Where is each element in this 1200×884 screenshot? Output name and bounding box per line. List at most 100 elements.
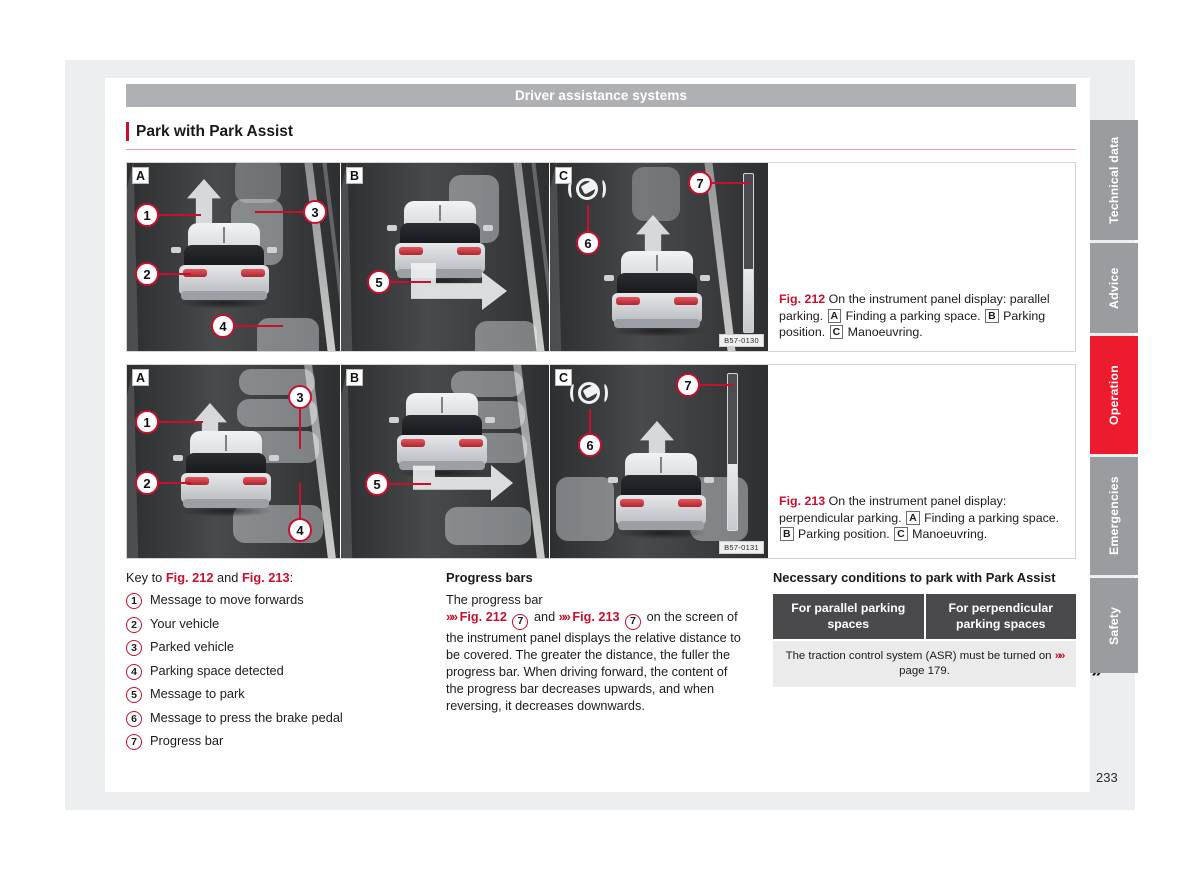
key-item: 4 Parking space detected	[126, 663, 426, 680]
panel-letter-b: B	[346, 369, 364, 386]
conditions-column: Necessary conditions to park with Park A…	[773, 570, 1102, 687]
progress-ref-num-1: 7	[512, 613, 529, 630]
sidebar-tab-advice[interactable]: Advice	[1090, 243, 1138, 333]
leader-line	[159, 421, 203, 423]
conditions-heading: Necessary conditions to park with Park A…	[773, 570, 1056, 585]
fig212-panel-a: A 1 2 3 4	[127, 163, 341, 351]
scene-background	[341, 163, 549, 351]
figure-212-caption: Fig. 212 On the instrument panel display…	[779, 291, 1065, 341]
sidebar-tab-technical-data[interactable]: Technical data	[1090, 120, 1138, 240]
figure-212-caption-text-4: Manoeuvring.	[847, 325, 923, 339]
key-label-6: Message to press the brake pedal	[150, 709, 343, 725]
leader-line	[159, 214, 201, 216]
key-item: 2 Your vehicle	[126, 616, 426, 633]
key-number-2: 2	[126, 616, 142, 633]
progress-text-2: on the screen of the instrument panel di…	[446, 610, 741, 713]
progress-bars-column: Progress bars The progress bar »» Fig. 2…	[446, 570, 746, 715]
scene-background	[550, 163, 768, 351]
callout-5: 5	[365, 472, 389, 496]
brake-pedal-icon	[570, 379, 608, 409]
figure-212-caption-text-2: Finding a parking space.	[845, 308, 981, 323]
parking-space-blob	[445, 507, 531, 545]
own-vehicle-graphic	[387, 199, 493, 287]
callout-3: 3	[288, 385, 312, 409]
chapter-tabs-sidebar: Technical data Advice Operation Emergenc…	[1090, 120, 1138, 676]
key-label-2: Your vehicle	[150, 615, 220, 631]
panel-letter-a: A	[132, 369, 150, 386]
conditions-header-parallel: For parallel parking spaces	[773, 594, 924, 639]
callout-1: 1	[135, 410, 159, 434]
key-heading-fig-213: Fig. 213	[241, 570, 290, 585]
progress-bars-heading: Progress bars	[446, 570, 533, 585]
callout-4: 4	[288, 518, 312, 542]
key-heading-fig-212: Fig. 212	[165, 570, 214, 585]
fig212-caption-cell: Fig. 212 On the instrument panel display…	[769, 163, 1075, 351]
own-vehicle-graphic	[604, 249, 710, 337]
fig213-panel-b: B 5	[341, 365, 550, 558]
fig213-panel-a: A 1 2 3 4	[127, 365, 341, 558]
brake-pedal-icon	[568, 175, 606, 205]
callout-6: 6	[578, 433, 602, 457]
key-item: 1 Message to move forwards	[126, 592, 426, 609]
panel-letter-a: A	[132, 167, 150, 184]
key-heading-prefix: Key to	[126, 570, 166, 585]
key-heading-suffix: :	[289, 570, 294, 585]
fig213-caption-cell: Fig. 213 On the instrument panel display…	[769, 365, 1075, 558]
callout-7: 7	[688, 171, 712, 195]
leader-line	[255, 211, 307, 213]
own-vehicle-graphic	[389, 391, 495, 479]
key-label-4: Parking space detected	[150, 662, 284, 678]
key-item: 6 Message to press the brake pedal	[126, 710, 426, 727]
caption-badge-b: B	[780, 527, 794, 541]
key-item: 5 Message to park	[126, 686, 426, 703]
progress-ref-fig-213: Fig. 213	[572, 610, 620, 624]
callout-1: 1	[135, 203, 159, 227]
progress-ref-num-2: 7	[625, 613, 642, 630]
progress-bar-graphic	[743, 173, 754, 333]
leader-line	[299, 409, 301, 449]
sidebar-tab-emergencies[interactable]: Emergencies	[1090, 457, 1138, 575]
key-label-1: Message to move forwards	[150, 592, 304, 607]
callout-2: 2	[135, 471, 159, 495]
leader-line	[391, 281, 431, 283]
leader-line	[389, 483, 431, 485]
parked-vehicle-blob	[235, 163, 281, 203]
page-number: 233	[1096, 770, 1118, 785]
scene-background	[550, 365, 768, 558]
key-heading-and: and	[213, 570, 242, 585]
parked-vehicle-blob	[556, 477, 614, 541]
leader-line	[299, 483, 301, 521]
image-code-label: B57-0130	[719, 334, 764, 347]
key-number-5: 5	[126, 687, 142, 703]
key-label-3: Parked vehicle	[150, 639, 234, 654]
key-item: 3 Parked vehicle	[126, 639, 426, 656]
reference-chevron-icon: »»	[446, 610, 458, 624]
leader-line	[159, 482, 191, 484]
callout-5: 5	[367, 270, 391, 294]
panel-letter-c: C	[555, 167, 573, 184]
callout-3: 3	[303, 200, 327, 224]
key-item: 7 Progress bar	[126, 733, 426, 750]
chapter-title: Driver assistance systems	[514, 88, 688, 103]
figure-213-caption-text-4: Manoeuvring.	[912, 527, 988, 541]
key-label-5: Message to park	[150, 686, 245, 701]
panel-letter-c: C	[555, 369, 573, 386]
conditions-header-perpendicular: For perpendicular parking spaces	[925, 594, 1076, 639]
key-column: Key to Fig. 212 and Fig. 213: 1 Message …	[126, 570, 426, 757]
key-label-7: Progress bar	[150, 733, 224, 748]
conditions-body-page-ref: page 179.	[899, 665, 950, 677]
sidebar-tab-operation[interactable]: Operation	[1090, 336, 1138, 454]
progress-text-1: The progress bar	[446, 593, 543, 607]
figure-213-caption-text-3: Parking position.	[798, 527, 890, 541]
fig212-panel-b: B 5	[341, 163, 550, 351]
fig213-panel-c: C 6 7 B57-0131	[550, 365, 769, 558]
figure-212-row: A 1 2 3 4 B 5 C 6 7 B57-0130 Fig. 212 On…	[126, 162, 1076, 352]
conditions-body-text: The traction control system (ASR) must b…	[785, 650, 1052, 662]
figure-213-caption: Fig. 213 On the instrument panel display…	[779, 493, 1065, 543]
chapter-header-bar: Driver assistance systems	[126, 84, 1076, 107]
fig212-panel-c: C 6 7 B57-0130	[550, 163, 769, 351]
image-code-label: B57-0131	[719, 541, 764, 554]
callout-6: 6	[576, 231, 600, 255]
figure-213-label: Fig. 213	[779, 494, 826, 508]
sidebar-tab-safety[interactable]: Safety	[1090, 578, 1138, 673]
